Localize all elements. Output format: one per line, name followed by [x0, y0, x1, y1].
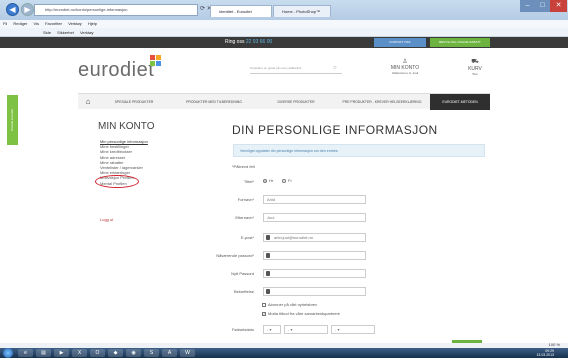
- radio-hr[interactable]: Hr: [263, 178, 273, 183]
- required-note: *Påkrevd felt: [232, 164, 255, 169]
- tab-photoshop[interactable]: Home - PhotoShop™: [273, 5, 331, 17]
- firstname-label: Fornavn*: [237, 197, 254, 202]
- system-clock[interactable]: 09:29 13.03.2013: [536, 349, 554, 357]
- taskbar-skype-icon[interactable]: S: [144, 349, 159, 357]
- taskbar-excel-icon[interactable]: X: [72, 349, 87, 357]
- birthdate-label: Fødselsdato: [231, 327, 254, 332]
- cmd-side[interactable]: Side: [43, 30, 51, 35]
- home-icon[interactable]: ⌂: [78, 94, 98, 110]
- order-online-button[interactable]: BESTILLING ONLINE RABATT: [430, 38, 490, 47]
- new-password-label: Nytt Passord: [231, 271, 254, 276]
- minimize-icon[interactable]: –: [520, 0, 535, 12]
- confirm-password-field[interactable]: [263, 287, 366, 296]
- taskbar-word-icon[interactable]: W: [180, 349, 195, 357]
- title-label: Tittel*: [243, 179, 254, 184]
- logo[interactable]: eurodiet: [78, 59, 154, 82]
- partners-checkbox[interactable]: ✓ Motta tilbud fra våre samarbeidspartner…: [262, 311, 340, 316]
- newsletter-checkbox-box: [262, 302, 266, 307]
- taskbar-app-icon[interactable]: ◆: [108, 349, 123, 357]
- taskbar-outlook-icon[interactable]: O: [90, 349, 105, 357]
- email-label: E-post*: [240, 235, 254, 240]
- newsletter-checkbox[interactable]: Abonner på vårt nyhetsbrev: [262, 302, 317, 307]
- cmd-sikkerhet[interactable]: Sikkerhet: [57, 30, 74, 35]
- sidebar-title: MIN KONTO: [98, 121, 155, 132]
- phone-info: Ring oss 22 93 66 00: [225, 39, 272, 45]
- logout-link[interactable]: Logg ut: [100, 217, 113, 222]
- nav-tilberedning[interactable]: PRODUKTER MED TILBEREDNING: [170, 94, 258, 110]
- menu-favoritter[interactable]: Favoritter: [45, 21, 62, 26]
- nav-spesiale[interactable]: SPESIALE PRODUKTER: [100, 94, 168, 110]
- lock-icon: [266, 289, 270, 294]
- page-title: DIN PERSONLIGE INFORMASJON: [232, 123, 438, 137]
- radio-fr-dot: [282, 178, 286, 183]
- menu-fil[interactable]: Fil: [3, 21, 7, 26]
- lastname-field[interactable]: Juul: [263, 213, 366, 222]
- taskbar-ie-icon[interactable]: e: [18, 349, 33, 357]
- web-page: Ring oss 22 93 66 00 KONTAKT OSS BESTILL…: [0, 37, 568, 343]
- lastname-label: Etternavn*: [235, 215, 254, 220]
- nav-metoden[interactable]: EURODIET-METODEN: [430, 94, 490, 110]
- cart-link[interactable]: ⛟ KURV Tom: [460, 58, 490, 76]
- current-password-label: Nåværende passord*: [216, 253, 254, 258]
- menu-vis[interactable]: Vis: [34, 21, 39, 26]
- partners-checkbox-box: ✓: [262, 311, 266, 316]
- cart-icon: ⛟: [471, 59, 479, 65]
- taskbar: e ▤ ▶ X O ◆ ◉ S A W 09:29 13.03.2013: [0, 348, 568, 358]
- account-link[interactable]: ♙ MIN KONTO Velkommen, A. Juul: [380, 58, 430, 75]
- radio-hr-dot: [263, 178, 267, 183]
- user-icon: ♙: [402, 59, 408, 65]
- new-password-field[interactable]: [263, 269, 366, 278]
- firstname-field[interactable]: Arild: [263, 195, 366, 204]
- taskbar-chrome-icon[interactable]: ◉: [126, 349, 141, 357]
- zoom-level[interactable]: 100 %: [549, 342, 560, 347]
- menu-hjelp[interactable]: Hjelp: [88, 21, 97, 26]
- info-notice: Vennligst oppdater din personlige inform…: [233, 144, 485, 157]
- nav-diverse[interactable]: DIVERSE PRODUKTER: [260, 94, 332, 110]
- cart-status: Tom: [472, 72, 478, 76]
- search-icon[interactable]: ○: [333, 65, 337, 71]
- menubar: Fil Rediger Vis Favoritter Verktøy Hjelp: [0, 20, 568, 28]
- menu-rediger[interactable]: Rediger: [13, 21, 27, 26]
- radio-fr[interactable]: Fr: [282, 178, 292, 183]
- birth-day-select[interactable]: - ▾: [263, 325, 281, 334]
- birth-month-select[interactable]: - ▾: [284, 325, 328, 334]
- address-bar[interactable]: http://eurodiet.no/konto/personlige-info…: [34, 4, 198, 16]
- confirm-password-label: Bekreftelse: [233, 289, 254, 294]
- highlight-circle: [95, 175, 139, 188]
- contact-side-tab[interactable]: Kontakt Eurodiet: [7, 95, 18, 145]
- mail-icon: [266, 235, 270, 240]
- taskbar-media-icon[interactable]: ▶: [54, 349, 69, 357]
- email-field[interactable]: arild.juul@eurodiet.no: [263, 233, 366, 242]
- back-button[interactable]: ◀: [6, 3, 19, 16]
- forward-button[interactable]: ▶: [21, 3, 34, 16]
- lock-icon: [266, 271, 270, 276]
- top-strip: Ring oss 22 93 66 00 KONTAKT OSS BESTILL…: [0, 37, 568, 48]
- lock-icon: [266, 253, 270, 258]
- close-icon[interactable]: ✕: [550, 0, 567, 12]
- nav-pre-produkter[interactable]: PRE PRODUKTER - KREVER HELSEERKLÆRING: [334, 94, 430, 110]
- phone-label: Ring oss: [225, 39, 245, 45]
- birth-year-select[interactable]: - ▾: [331, 325, 375, 334]
- browser-titlebar: ◀ ▶ http://eurodiet.no/konto/personlige-…: [0, 0, 568, 20]
- search-input[interactable]: Produkter en guide på meny alfabetisk: [250, 66, 342, 74]
- taskbar-acrobat-icon[interactable]: A: [162, 349, 177, 357]
- start-button[interactable]: [3, 348, 13, 358]
- contact-button[interactable]: KONTAKT OSS: [374, 38, 426, 47]
- taskbar-folder-icon[interactable]: ▤: [36, 349, 51, 357]
- menu-verktoy[interactable]: Verktøy: [68, 21, 82, 26]
- phone-number[interactable]: 22 93 66 00: [246, 39, 272, 45]
- maximize-icon[interactable]: □: [535, 0, 550, 12]
- cmd-verktoy[interactable]: Verktøy: [80, 30, 94, 35]
- command-bar: Side Sikkerhet Verktøy: [0, 28, 568, 37]
- main-nav: ⌂ SPESIALE PRODUKTER PRODUKTER MED TILBE…: [78, 93, 490, 110]
- logo-mark: [150, 55, 162, 67]
- tab-eurodiet[interactable]: Identitet - Eurodiet: [210, 5, 272, 17]
- current-password-field[interactable]: [263, 251, 366, 260]
- account-welcome: Velkommen, A. Juul: [391, 71, 419, 75]
